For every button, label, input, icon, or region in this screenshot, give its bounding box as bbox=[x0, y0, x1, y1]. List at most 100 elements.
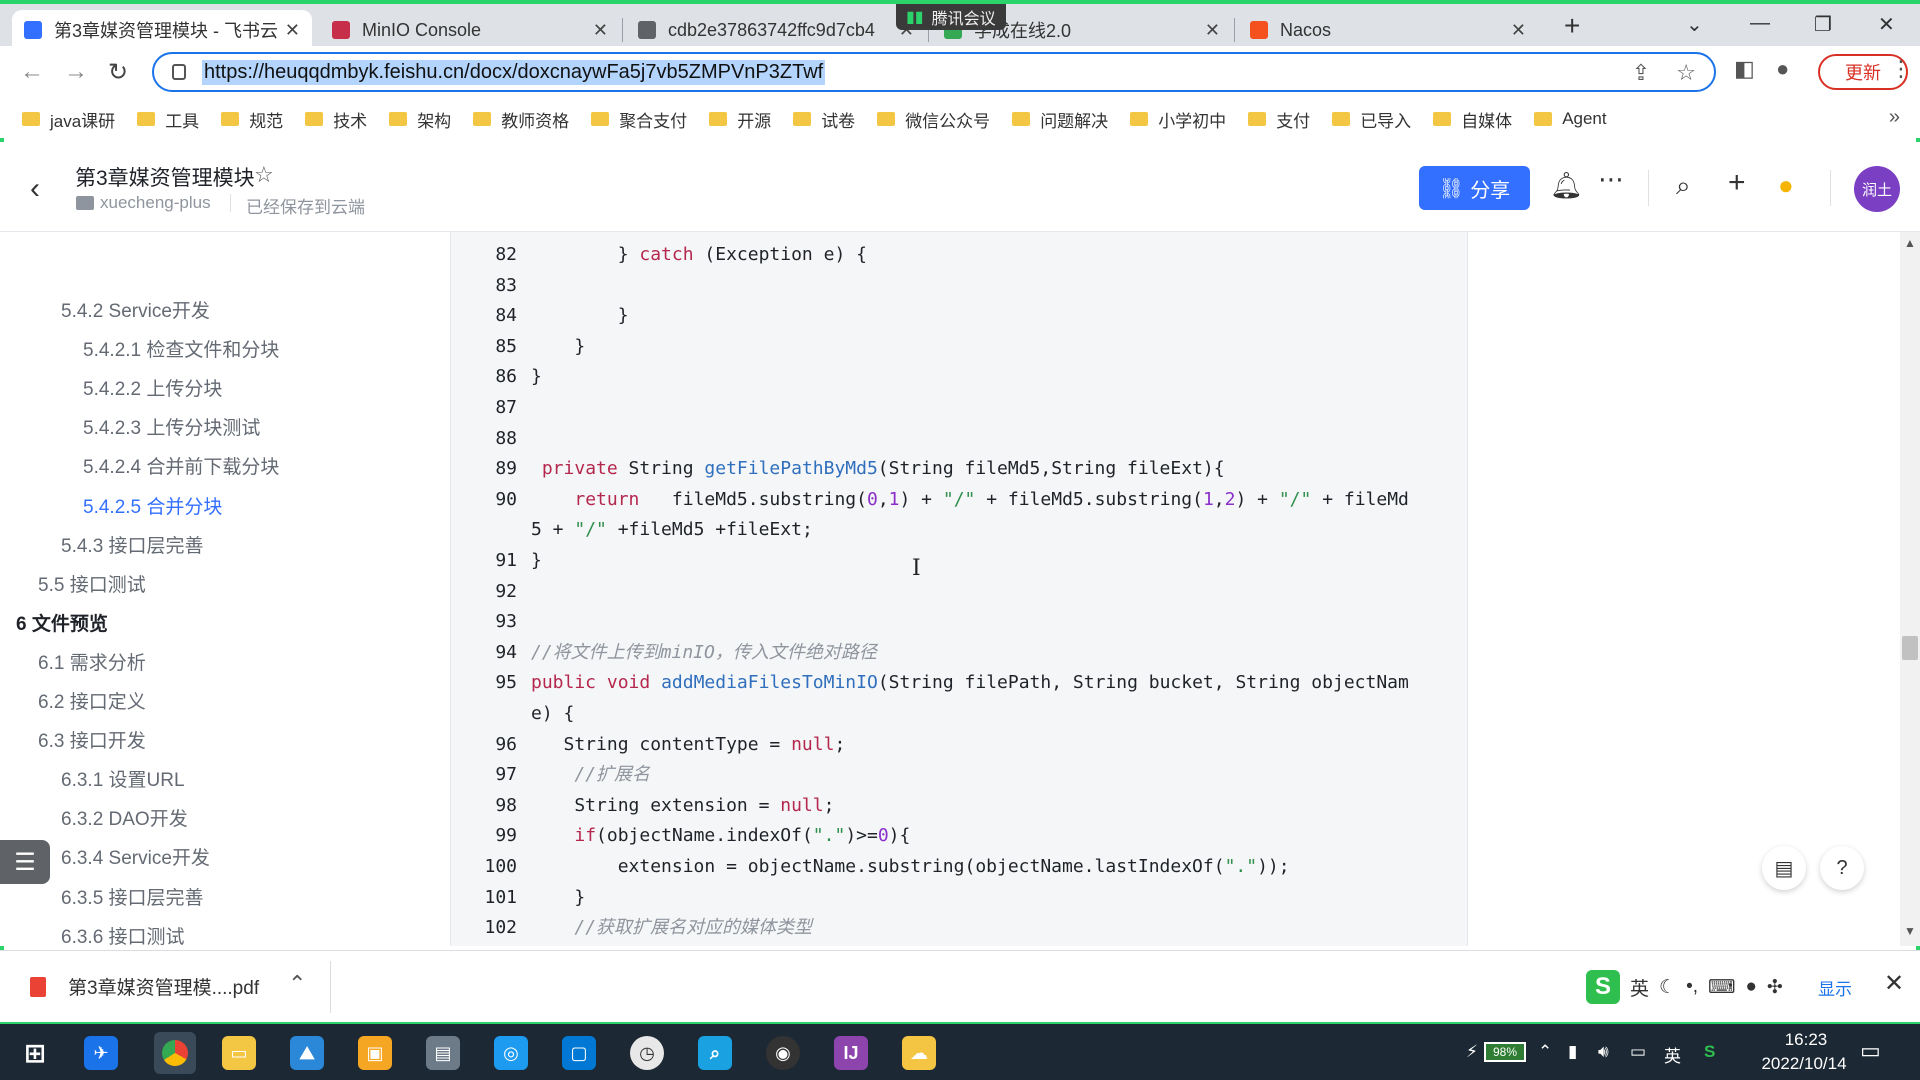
bell-icon[interactable]: 🔔︎ bbox=[1550, 170, 1583, 201]
outline-item[interactable]: 6.3.1 设置URL bbox=[61, 765, 185, 792]
code-line[interactable]: 91} bbox=[451, 546, 1461, 576]
bookmark-folder[interactable]: java课研 bbox=[22, 107, 115, 132]
code-text[interactable]: if(objectName.indexOf(".")>=0){ bbox=[531, 821, 910, 851]
ime-toolbar[interactable]: S 英 ☾ •, ⌨ ● ✣ bbox=[1586, 969, 1783, 1005]
code-line[interactable]: 92 bbox=[451, 577, 1461, 607]
bookmark-folder[interactable]: 试卷 bbox=[793, 107, 855, 132]
intellij-icon[interactable]: IJ bbox=[834, 1036, 868, 1070]
tab-close-icon[interactable]: ✕ bbox=[1511, 20, 1526, 41]
code-line[interactable]: 93 bbox=[451, 607, 1461, 637]
bookmark-folder[interactable]: 已导入 bbox=[1332, 107, 1411, 132]
scroll-down-icon[interactable]: ▼ bbox=[1904, 924, 1916, 938]
chevron-up-icon[interactable]: ⌃ bbox=[288, 971, 306, 997]
browser-tab[interactable]: cdb2e37863742ffc9d7cb4✕ bbox=[626, 10, 926, 50]
code-text[interactable]: } catch (Exception e) { bbox=[531, 240, 867, 270]
outline-item[interactable]: 5.4.2.4 合并前下载分块 bbox=[83, 452, 279, 479]
browser-tab[interactable]: 第3章媒资管理模块 - 飞书云 ✕ bbox=[12, 10, 312, 50]
obs-icon[interactable]: ◉ bbox=[766, 1036, 800, 1070]
browser-menu-icon[interactable]: ⋮ bbox=[1890, 56, 1912, 82]
code-line[interactable]: 97 //扩展名 bbox=[451, 760, 1461, 790]
restore-button[interactable]: ❐ bbox=[1814, 12, 1832, 37]
bookmark-folder[interactable]: 技术 bbox=[305, 107, 367, 132]
code-text[interactable]: } bbox=[531, 332, 585, 362]
outline-item[interactable]: 5.4.2.5 合并分块 bbox=[83, 492, 222, 519]
code-text[interactable]: private String getFilePathByMd5(String f… bbox=[531, 454, 1225, 484]
back-icon[interactable]: ← bbox=[20, 58, 44, 86]
outline-item[interactable]: 6 文件预览 bbox=[16, 609, 108, 636]
tab-close-icon[interactable]: ✕ bbox=[1205, 20, 1220, 41]
address-bar[interactable]: https://heuqqdmbyk.feishu.cn/docx/doxcna… bbox=[152, 52, 1716, 92]
bookmark-folder[interactable]: 问题解决 bbox=[1012, 107, 1108, 132]
outline-item[interactable]: 6.2 接口定义 bbox=[38, 687, 146, 714]
windows-start-icon[interactable]: ⊞ bbox=[18, 1036, 52, 1070]
search-app-icon[interactable]: ⌕ bbox=[698, 1036, 732, 1070]
close-icon[interactable]: ✕ bbox=[1884, 969, 1904, 998]
url-text[interactable]: https://heuqqdmbyk.feishu.cn/docx/doxcna… bbox=[202, 59, 826, 85]
bookmark-star-icon[interactable]: ☆ bbox=[1676, 60, 1696, 86]
edge-icon[interactable]: ◎ bbox=[494, 1036, 528, 1070]
code-text[interactable]: } bbox=[531, 546, 542, 576]
ime-tray-lang[interactable]: 英 bbox=[1664, 1042, 1681, 1067]
code-block[interactable]: 82 } catch (Exception e) {83 84 } 85 } 86} 8… bbox=[450, 232, 1468, 946]
code-line[interactable]: 89 private String getFilePathByMd5(Strin… bbox=[451, 454, 1461, 484]
code-text[interactable]: String contentType = null; bbox=[531, 730, 846, 760]
code-text[interactable]: //获取扩展名对应的媒体类型 bbox=[531, 913, 812, 943]
side-panel-icon[interactable]: ◧ bbox=[1734, 56, 1755, 82]
chrome-icon[interactable] bbox=[154, 1032, 196, 1074]
search-icon[interactable]: ⌕ bbox=[1676, 170, 1691, 202]
outline-item[interactable]: 6.3.5 接口层完善 bbox=[61, 883, 204, 910]
code-text[interactable]: e) { bbox=[531, 699, 574, 729]
code-line[interactable]: 82 } catch (Exception e) { bbox=[451, 240, 1461, 270]
bookmark-folder[interactable]: 自媒体 bbox=[1433, 107, 1512, 132]
outline-item[interactable]: 5.4.2.2 上传分块 bbox=[83, 374, 222, 401]
minimize-button[interactable]: — bbox=[1750, 12, 1770, 35]
file-explorer-icon[interactable]: ▭ bbox=[222, 1036, 256, 1070]
code-line[interactable]: 90 return fileMd5.substring(0,1) + "/" +… bbox=[451, 485, 1461, 515]
bookmark-folder[interactable]: 工具 bbox=[137, 107, 199, 132]
code-text[interactable]: 5 + "/" +fileMd5 +fileExt; bbox=[531, 515, 813, 545]
bookmark-folder[interactable]: 支付 bbox=[1248, 107, 1310, 132]
moon-icon[interactable]: ☾ bbox=[1659, 976, 1676, 999]
more-bookmarks-icon[interactable]: » bbox=[1889, 106, 1900, 129]
clock-app-icon[interactable]: ◷ bbox=[630, 1036, 664, 1070]
sogou-tray-icon[interactable]: S bbox=[1704, 1042, 1715, 1062]
network-icon[interactable]: ▭ bbox=[1630, 1042, 1646, 1062]
outline-item[interactable]: 6.3.4 Service开发 bbox=[61, 843, 210, 870]
grid-icon[interactable]: ✣ bbox=[1767, 976, 1783, 999]
window-icon[interactable]: ▢ bbox=[562, 1036, 596, 1070]
photos-icon[interactable]: ⛰ bbox=[290, 1036, 324, 1070]
bookmark-folder[interactable]: 架构 bbox=[389, 107, 451, 132]
doc-space[interactable]: xuecheng-plus bbox=[100, 193, 211, 213]
code-text[interactable]: } bbox=[531, 883, 585, 913]
code-line[interactable]: 87 bbox=[451, 393, 1461, 423]
app-icon[interactable]: ▣ bbox=[358, 1036, 392, 1070]
bookmark-folder[interactable]: 聚合支付 bbox=[591, 107, 687, 132]
bookmark-folder[interactable]: 规范 bbox=[221, 107, 283, 132]
code-line[interactable]: 5 + "/" +fileMd5 +fileExt; bbox=[451, 515, 1461, 545]
scroll-up-icon[interactable]: ▲ bbox=[1904, 236, 1916, 250]
code-line[interactable]: 102 //获取扩展名对应的媒体类型 bbox=[451, 913, 1461, 943]
outline-item[interactable]: 6.3.6 接口测试 bbox=[61, 922, 185, 946]
code-line[interactable]: 88 bbox=[451, 424, 1461, 454]
bookmark-folder[interactable]: 教师资格 bbox=[473, 107, 569, 132]
code-text[interactable]: return fileMd5.substring(0,1) + "/" + fi… bbox=[531, 485, 1409, 515]
code-line[interactable]: 100 extension = objectName.substring(obj… bbox=[451, 852, 1461, 882]
code-line[interactable]: 95 public void addMediaFilesToMinIO(Strin… bbox=[451, 668, 1461, 698]
outline-item[interactable]: 5.4.2.3 上传分块测试 bbox=[83, 413, 260, 440]
outline-item[interactable]: 6.3.2 DAO开发 bbox=[61, 804, 188, 831]
chevron-left-icon[interactable]: ‹ bbox=[30, 172, 40, 206]
usb-icon[interactable]: ▮ bbox=[1568, 1042, 1577, 1062]
share-page-icon[interactable]: ⇪ bbox=[1632, 60, 1650, 86]
bookmark-folder[interactable]: Agent bbox=[1534, 109, 1607, 129]
feishu-icon[interactable]: ✈ bbox=[84, 1036, 118, 1070]
code-line[interactable]: 101 } bbox=[451, 883, 1461, 913]
clock-date[interactable]: 2022/10/14 bbox=[1746, 1054, 1862, 1074]
code-line[interactable]: 99 if(objectName.indexOf(".")>=0){ bbox=[451, 821, 1461, 851]
code-text[interactable]: String extension = null; bbox=[531, 791, 834, 821]
power-icon[interactable]: ⚡ bbox=[1466, 1042, 1478, 1062]
outline-item[interactable]: 5.4.2.1 检查文件和分块 bbox=[83, 335, 279, 362]
outline-item[interactable]: 5.4.3 接口层完善 bbox=[61, 531, 204, 558]
forward-icon[interactable]: → bbox=[64, 58, 88, 86]
code-line[interactable]: 86} bbox=[451, 362, 1461, 392]
code-line[interactable]: 83 bbox=[451, 271, 1461, 301]
